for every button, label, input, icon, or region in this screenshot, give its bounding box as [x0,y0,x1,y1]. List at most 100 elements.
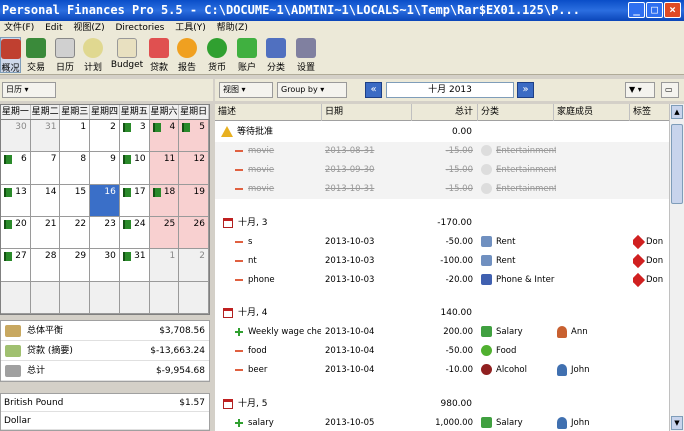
calendar-day[interactable]: 1 [149,249,180,282]
transaction-icon [4,155,12,165]
calendar-day[interactable]: 29 [60,249,91,282]
scroll-down-arrow[interactable]: ▼ [671,416,683,430]
prev-month-button[interactable]: « [365,82,382,98]
transaction-icon [122,155,131,165]
menu-directories[interactable]: Directories [111,21,168,35]
calendar-day[interactable]: 6 [1,152,31,185]
calendar-day[interactable]: 24 [119,216,150,250]
menu-view[interactable]: 视图(Z) [69,21,108,35]
transaction-icon [122,123,131,132]
col-date[interactable]: 日期 [321,104,411,121]
transaction-icon [4,219,12,229]
toolbar-calendar[interactable]: 日历 [52,37,78,73]
group-by-dropdown[interactable]: Group by ▾ [277,82,347,98]
vertical-scrollbar[interactable]: ▲ ▼ [669,104,684,431]
col-member[interactable]: 家庭成员 [553,104,629,121]
calendar-day[interactable]: 30 [1,120,31,153]
calendar-day[interactable]: 21 [30,216,61,250]
toolbar-categories[interactable]: 分类 [263,37,289,73]
calendar-day[interactable]: 20 [1,216,31,250]
scale-icon [5,365,21,377]
calendar-day[interactable]: 22 [60,216,91,250]
panel-toggle-button[interactable]: ▭ [661,82,679,98]
table-row[interactable]: movie 2013-08-31 -15.00 Entertainment [215,142,669,161]
calendar-day[interactable]: 2 [179,249,209,282]
currency-row[interactable]: British Pound $1.57 [1,394,209,412]
calendar-day[interactable]: 11 [149,152,180,185]
table-row[interactable]: s 2013-10-03 -50.00 Rent Don [215,233,669,252]
toolbar-currencies[interactable]: 货币 [204,37,230,73]
transactions-icon [26,38,46,58]
col-description[interactable]: 描述 [215,104,321,121]
calendar-day[interactable]: 2 [90,120,120,153]
toolbar-loans[interactable]: 贷款 [146,37,172,73]
calendar-day[interactable]: 15 [60,184,91,217]
calendar-day[interactable]: 13 [1,184,31,217]
loan-icon [5,345,21,357]
group-pending[interactable]: 等待批准 0.00 [215,123,669,142]
calendar-day[interactable]: 28 [30,249,61,282]
calendar-day[interactable]: 1 [60,120,91,153]
menu-tools[interactable]: 工具(Y) [171,21,210,35]
table-row[interactable]: movie 2013-09-30 -15.00 Entertainment [215,161,669,180]
calendar-day[interactable]: 27 [1,249,31,282]
calendar-day[interactable]: 14 [30,184,61,217]
calendar-day[interactable]: 18 [149,184,180,217]
calendar-day[interactable]: 8 [60,152,91,185]
col-total[interactable]: 总计 [411,104,477,121]
menu-help[interactable]: 帮助(Z) [213,21,252,35]
close-button[interactable]: × [664,2,681,18]
calendar-day[interactable]: 3 [119,120,150,153]
next-month-button[interactable]: » [517,82,534,98]
toolbar-reports[interactable]: 报告 [174,37,200,73]
table-row[interactable]: beer 2013-10-04 -10.00 Alcohol John [215,361,669,380]
currency-row[interactable]: Dollar [1,412,209,430]
table-row[interactable]: nt 2013-10-03 -100.00 Rent Don [215,252,669,271]
view-dropdown[interactable]: 视图 ▾ [219,82,273,98]
view-bar: 视图 ▾ Group by ▾ « 十月 2013 » ▼ ▾ ▭ [215,79,684,101]
pin-icon [633,253,646,268]
calendar-day[interactable]: 26 [179,216,209,250]
toolbar-transactions[interactable]: 交易 [24,37,48,73]
table-row[interactable]: food 2013-10-04 -50.00 Food [215,342,669,361]
table-row[interactable]: Weekly wage chec 2013-10-04 200.00 Salar… [215,323,669,342]
col-category[interactable]: 分类 [477,104,553,121]
calendar-day[interactable]: 5 [179,120,209,153]
filter-dropdown[interactable]: ▼ ▾ [625,82,655,98]
table-row[interactable]: salary 2013-10-05 1,000.00 Salary John [215,414,669,431]
menu-file[interactable]: 文件(F) [0,21,38,35]
calendar-day[interactable]: 4 [149,120,180,153]
toolbar-budget[interactable]: Budget [110,37,144,73]
table-row[interactable]: phone 2013-10-03 -20.00 Phone & Inter Do… [215,271,669,290]
calendar-day[interactable]: 31 [119,249,150,282]
calendar-day[interactable]: 25 [149,216,180,250]
col-tags[interactable]: 标签 [629,104,669,121]
calendar-day[interactable]: 9 [90,152,120,185]
calendar-day[interactable]: 7 [30,152,61,185]
toolbar-overview[interactable]: 概况 [0,37,21,74]
group-oct-3[interactable]: 十月, 3 -170.00 [215,214,669,233]
scroll-up-arrow[interactable]: ▲ [671,105,683,119]
calendar-day-selected[interactable]: 16 [90,184,120,217]
toolbar-accounts[interactable]: 账户 [234,37,260,73]
minimize-button[interactable]: _ [628,2,645,18]
calendar-day[interactable]: 23 [90,216,120,250]
maximize-button[interactable]: □ [646,2,663,18]
toolbar-settings[interactable]: 设置 [293,37,319,73]
calendar-day[interactable]: 10 [119,152,150,185]
calendar-day[interactable]: 30 [90,249,120,282]
settings-icon [296,38,316,58]
month-selector[interactable]: 十月 2013 [386,82,514,98]
scroll-thumb[interactable] [671,124,683,204]
group-oct-5[interactable]: 十月, 5 980.00 [215,395,669,414]
calendar-day[interactable]: 19 [179,184,209,217]
calendar-day[interactable]: 12 [179,152,209,185]
toolbar-schedule[interactable]: 计划 [80,37,106,73]
menu-edit[interactable]: Edit [41,21,66,35]
table-row[interactable]: movie 2013-10-31 -15.00 Entertainment [215,180,669,199]
calendar-day[interactable]: 17 [119,184,150,217]
calendar-day[interactable]: 31 [30,120,61,153]
calendar-mode-dropdown[interactable]: 日历 ▾ [2,82,56,98]
calendar-day-empty [30,281,61,314]
group-oct-4[interactable]: 十月, 4 140.00 [215,304,669,323]
